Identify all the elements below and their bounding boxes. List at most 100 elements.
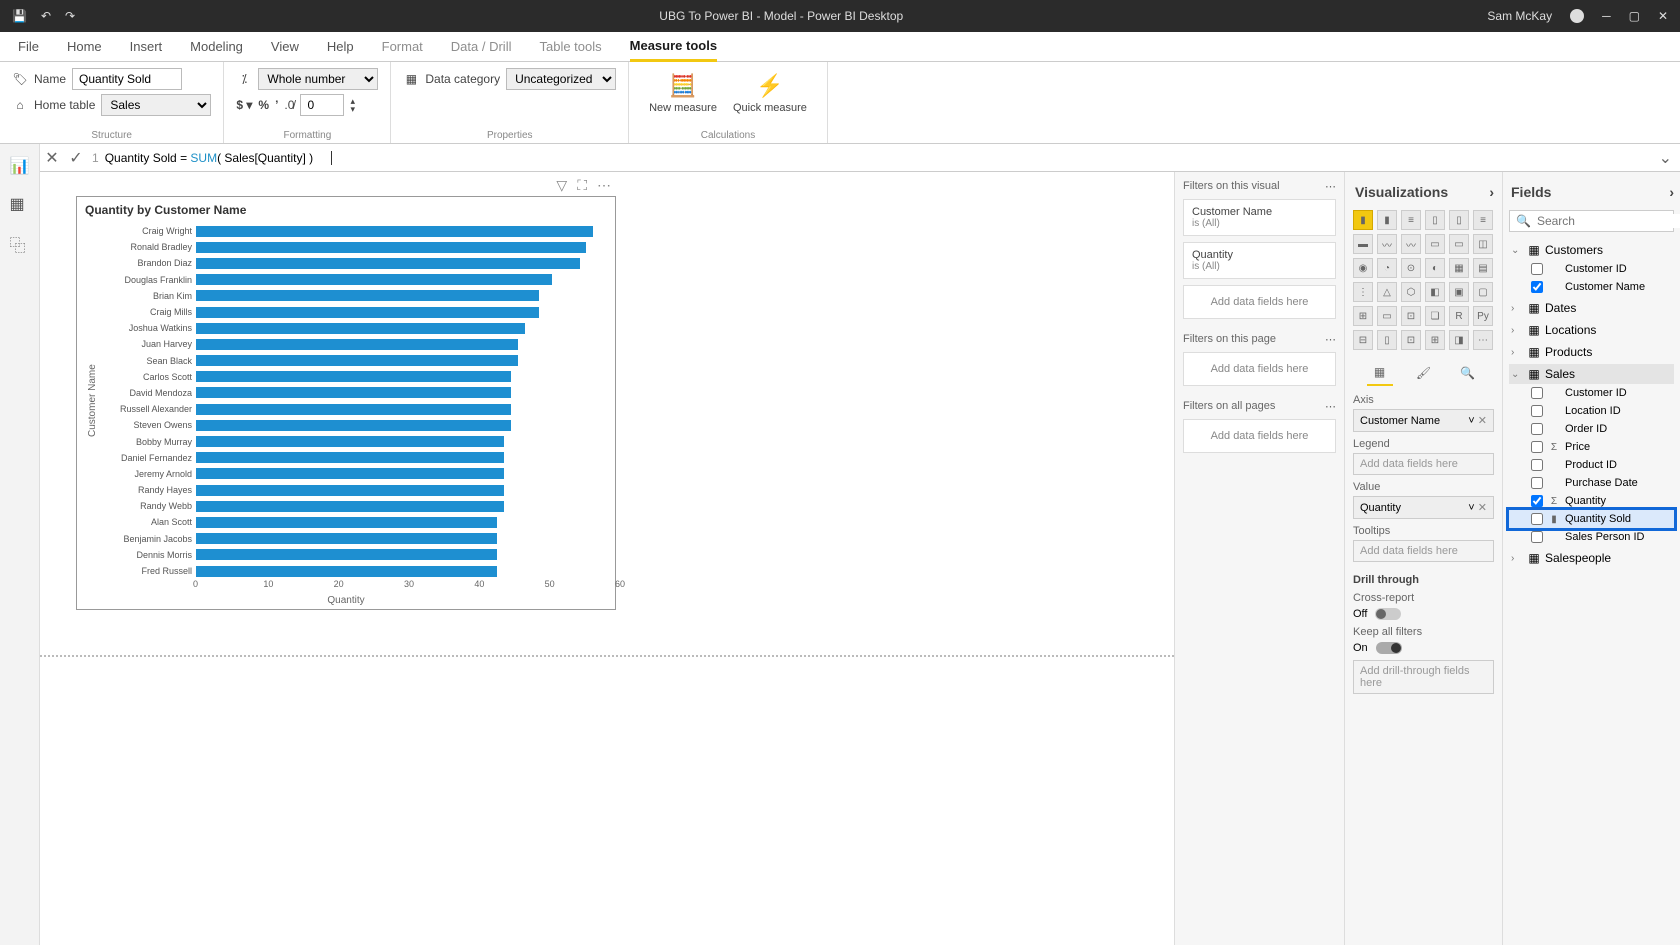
decimals-input[interactable] — [300, 94, 344, 116]
save-icon[interactable]: 💾 — [12, 9, 27, 23]
filter-drop-area[interactable]: Add data fields here — [1183, 285, 1336, 319]
cross-report-toggle[interactable] — [1375, 608, 1401, 620]
viz-type-icon[interactable]: ⋯ — [1473, 330, 1493, 350]
bar[interactable] — [196, 452, 504, 463]
currency-button[interactable]: $ ▾ — [236, 98, 252, 112]
viz-type-icon[interactable]: ◐ — [1425, 258, 1445, 278]
field-item[interactable]: Customer Name — [1509, 278, 1674, 296]
collapse-icon[interactable]: › — [1489, 184, 1494, 200]
bar[interactable] — [196, 501, 504, 512]
tab-table-tools[interactable]: Table tools — [539, 33, 601, 60]
bar[interactable] — [196, 549, 497, 560]
viz-type-icon[interactable]: ◔ — [1377, 258, 1397, 278]
more-icon[interactable]: ⋯ — [597, 177, 611, 194]
tab-help[interactable]: Help — [327, 33, 354, 60]
viz-type-icon[interactable]: ▮ — [1353, 210, 1373, 230]
report-canvas[interactable]: ▽ ⛶ ⋯ Quantity by Customer Name Customer… — [40, 172, 1174, 945]
bar[interactable] — [196, 258, 580, 269]
field-checkbox[interactable] — [1531, 459, 1543, 471]
viz-type-icon[interactable]: ▭ — [1377, 306, 1397, 326]
formula-expand[interactable]: ⌄ — [1650, 148, 1680, 168]
focus-icon[interactable]: ⛶ — [577, 177, 587, 194]
analytics-tab-icon[interactable]: 🔍 — [1455, 360, 1481, 386]
tab-measure-tools[interactable]: Measure tools — [630, 32, 717, 62]
viz-type-icon[interactable]: ≡ — [1473, 210, 1493, 230]
remove-icon[interactable]: ✕ — [1478, 415, 1487, 427]
table-header[interactable]: ›▦Salespeople — [1509, 548, 1674, 568]
undo-icon[interactable]: ↶ — [41, 9, 51, 23]
viz-type-icon[interactable]: ◨ — [1449, 330, 1469, 350]
formula-commit[interactable]: ✓ — [64, 148, 88, 168]
viz-type-icon[interactable]: ⋮ — [1353, 282, 1373, 302]
avatar[interactable] — [1570, 9, 1584, 23]
bar[interactable] — [196, 242, 586, 253]
bar[interactable] — [196, 404, 511, 415]
viz-type-icon[interactable]: ▬ — [1353, 234, 1373, 254]
tab-format[interactable]: Format — [382, 33, 423, 60]
bar[interactable] — [196, 485, 504, 496]
table-header[interactable]: ⌄▦Sales — [1509, 364, 1674, 384]
viz-type-icon[interactable]: ⬡ — [1401, 282, 1421, 302]
viz-type-icon[interactable]: ◫ — [1473, 234, 1493, 254]
field-item[interactable]: ▮Quantity Sold — [1509, 510, 1674, 528]
filter-card[interactable]: Quantity is (All) — [1183, 242, 1336, 279]
viz-type-icon[interactable]: ▤ — [1473, 258, 1493, 278]
bar[interactable] — [196, 290, 539, 301]
minimize-icon[interactable]: ─ — [1602, 9, 1611, 23]
bar[interactable] — [196, 436, 504, 447]
search-input[interactable] — [1537, 214, 1680, 228]
field-item[interactable]: ΣQuantity — [1509, 492, 1674, 510]
report-view-icon[interactable]: 📊 — [10, 156, 30, 176]
bar[interactable] — [196, 387, 511, 398]
bar[interactable] — [196, 323, 525, 334]
field-checkbox[interactable] — [1531, 405, 1543, 417]
viz-type-icon[interactable]: ⊞ — [1353, 306, 1373, 326]
viz-type-icon[interactable]: ❏ — [1425, 306, 1445, 326]
model-view-icon[interactable]: ⿻ — [10, 232, 30, 252]
field-checkbox[interactable] — [1531, 513, 1543, 525]
field-checkbox[interactable] — [1531, 477, 1543, 489]
bar[interactable] — [196, 355, 518, 366]
close-icon[interactable]: ✕ — [1658, 9, 1668, 23]
field-checkbox[interactable] — [1531, 423, 1543, 435]
filters-more-icon[interactable]: ⋯ — [1325, 400, 1336, 413]
viz-type-icon[interactable]: ▦ — [1449, 258, 1469, 278]
field-checkbox[interactable] — [1531, 387, 1543, 399]
table-header[interactable]: ›▦Locations — [1509, 320, 1674, 340]
field-checkbox[interactable] — [1531, 281, 1543, 293]
fields-tab-icon[interactable]: ▦ — [1367, 360, 1393, 386]
keep-filters-toggle[interactable] — [1376, 642, 1402, 654]
viz-type-icon[interactable]: ⊟ — [1353, 330, 1373, 350]
bar[interactable] — [196, 468, 504, 479]
tab-home[interactable]: Home — [67, 33, 102, 60]
viz-type-icon[interactable]: ▭ — [1449, 234, 1469, 254]
filters-more-icon[interactable]: ⋯ — [1325, 333, 1336, 346]
field-item[interactable]: Customer ID — [1509, 384, 1674, 402]
comma-button[interactable]: ʼ — [275, 98, 278, 112]
percent-button[interactable]: % — [258, 98, 269, 112]
filters-more-icon[interactable]: ⋯ — [1325, 180, 1336, 193]
field-checkbox[interactable] — [1531, 495, 1543, 507]
legend-well[interactable]: Add data fields here — [1353, 453, 1494, 475]
maximize-icon[interactable]: ▢ — [1629, 9, 1640, 23]
viz-type-icon[interactable]: ▯ — [1377, 330, 1397, 350]
tab-file[interactable]: File — [18, 33, 39, 60]
formula-cancel[interactable]: ✕ — [40, 148, 64, 168]
viz-type-icon[interactable]: ▭ — [1425, 234, 1445, 254]
table-header[interactable]: ⌄▦Customers — [1509, 240, 1674, 260]
spinner-icon[interactable]: ▴▾ — [350, 97, 355, 113]
viz-type-icon[interactable]: ◧ — [1425, 282, 1445, 302]
field-checkbox[interactable] — [1531, 263, 1543, 275]
field-item[interactable]: Customer ID — [1509, 260, 1674, 278]
table-header[interactable]: ›▦Products — [1509, 342, 1674, 362]
viz-type-icon[interactable]: R — [1449, 306, 1469, 326]
viz-type-icon[interactable]: ▯ — [1449, 210, 1469, 230]
viz-type-icon[interactable]: △ — [1377, 282, 1397, 302]
collapse-icon[interactable]: › — [1669, 184, 1674, 200]
tab-insert[interactable]: Insert — [130, 33, 163, 60]
field-item[interactable]: Order ID — [1509, 420, 1674, 438]
chart-visual[interactable]: ▽ ⛶ ⋯ Quantity by Customer Name Customer… — [76, 196, 616, 610]
user-name[interactable]: Sam McKay — [1487, 9, 1552, 23]
bar[interactable] — [196, 533, 497, 544]
bar[interactable] — [196, 226, 593, 237]
